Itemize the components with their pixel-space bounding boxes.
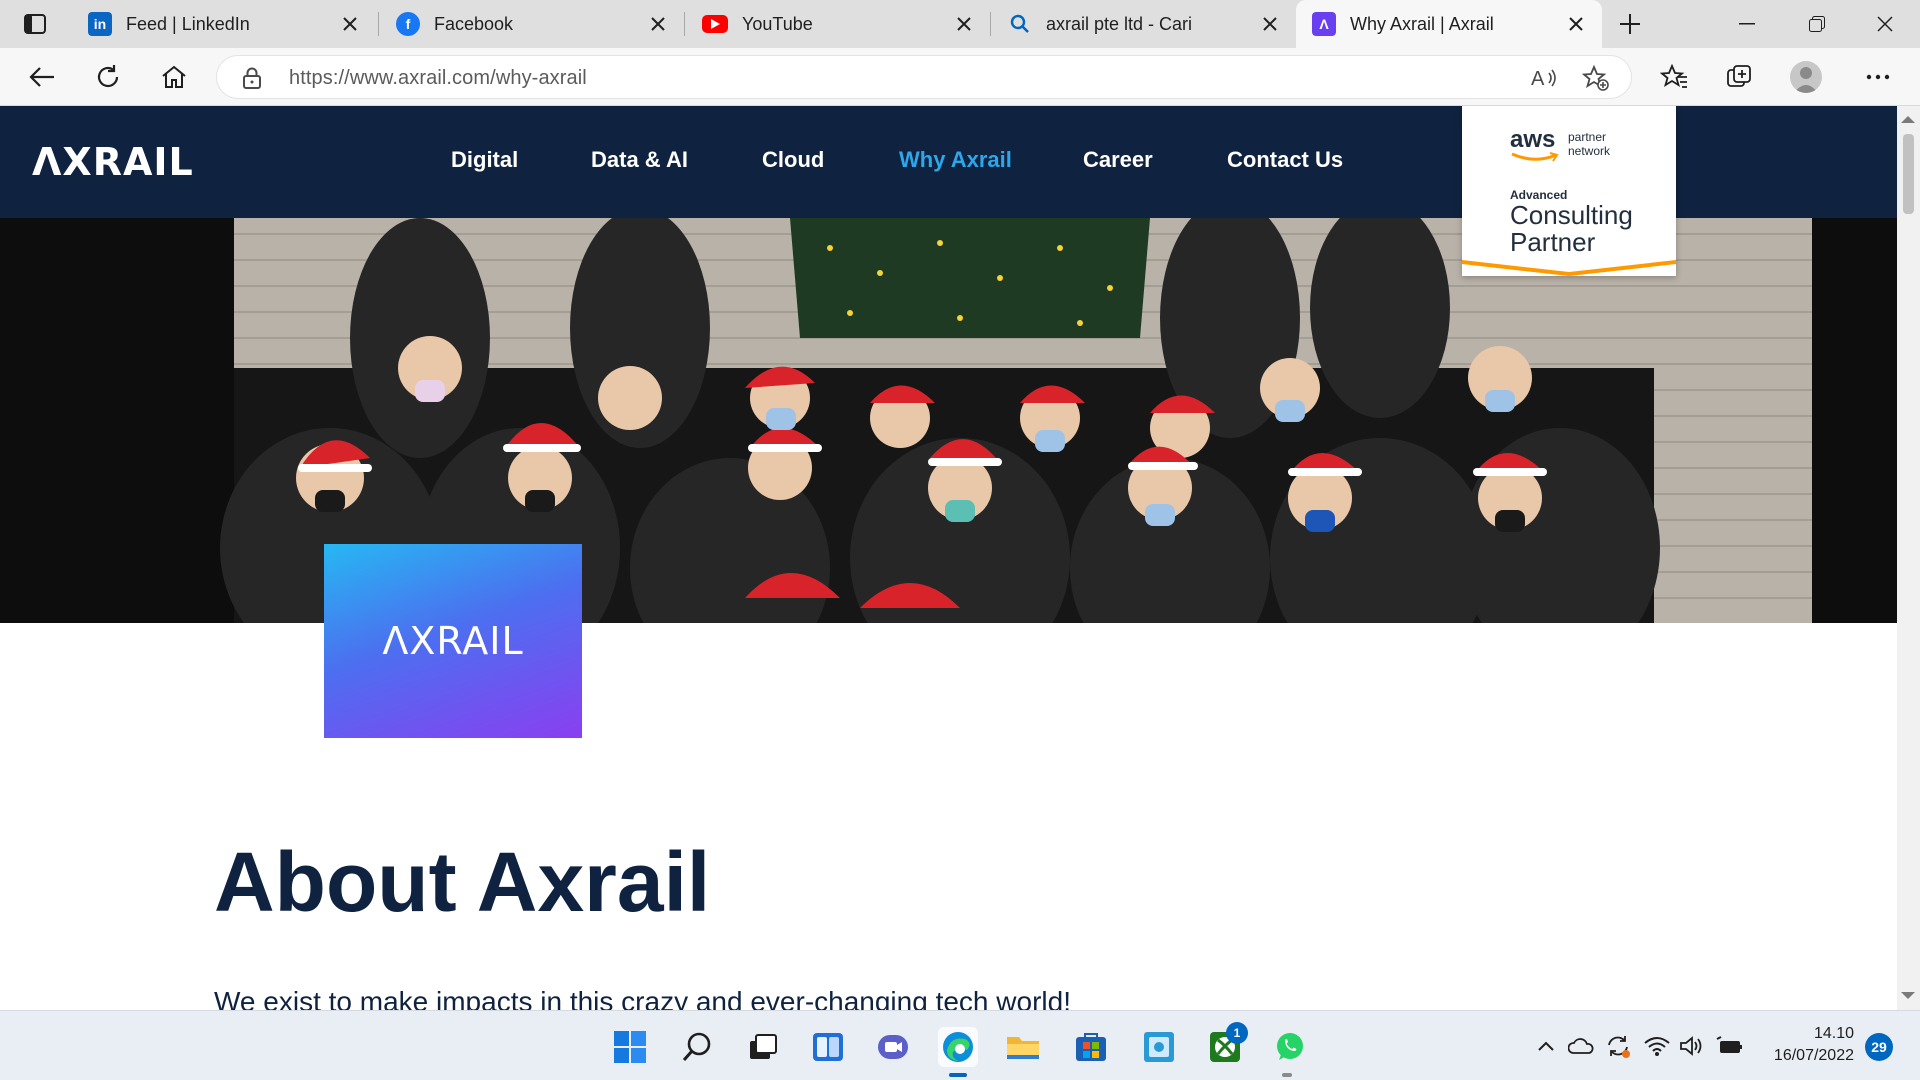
notification-count-badge[interactable]: 29 (1865, 1033, 1893, 1061)
battery-icon[interactable] (1716, 1033, 1742, 1059)
edge-icon[interactable] (938, 1027, 978, 1067)
page-title: About Axrail (214, 835, 711, 929)
system-clock[interactable]: 14.10 16/07/2022 (1758, 1023, 1854, 1067)
minimize-button[interactable] (1712, 0, 1782, 48)
site-logo[interactable]: ΛXRAIL (32, 140, 194, 184)
photo-icon[interactable] (1139, 1027, 1179, 1067)
tab-search[interactable]: axrail pte ltd - Cari (992, 0, 1296, 48)
web-page: ΛXRAIL Digital Data & AI Cloud Why Axrai… (0, 106, 1897, 1010)
axrail-icon: Λ (1312, 12, 1336, 36)
clock-time: 14.10 (1813, 1025, 1854, 1042)
restore-button[interactable] (1782, 0, 1852, 48)
team-photo-illustration (220, 218, 1660, 623)
whatsapp-icon[interactable] (1270, 1027, 1310, 1067)
tab-title: axrail pte ltd - Cari (1046, 13, 1193, 34)
file-explorer-icon[interactable] (1003, 1027, 1043, 1067)
nav-cloud[interactable]: Cloud (762, 147, 824, 173)
chat-icon[interactable] (873, 1027, 913, 1067)
aws-program-name: partner network (1568, 130, 1611, 158)
close-icon[interactable] (1258, 12, 1282, 36)
running-app-indicator (1282, 1073, 1292, 1077)
search-icon[interactable] (677, 1027, 717, 1067)
tab-facebook[interactable]: f Facebook (380, 0, 684, 48)
address-bar[interactable]: https://www.axrail.com/why-axrail A (216, 55, 1632, 99)
search-icon (1008, 12, 1032, 36)
url-host: https://www.axrail.com (289, 67, 491, 89)
nav-data-ai[interactable]: Data & AI (591, 147, 688, 173)
widgets-icon[interactable] (808, 1027, 848, 1067)
read-aloud-icon[interactable]: A (1527, 64, 1561, 92)
aws-partner-badge[interactable]: aws partner network Advanced Consulting … (1462, 106, 1676, 276)
scroll-down-icon[interactable] (1901, 992, 1915, 999)
nav-why-axrail[interactable]: Why Axrail (899, 147, 1012, 173)
wifi-icon[interactable] (1644, 1033, 1670, 1059)
close-icon[interactable] (338, 12, 362, 36)
profile-avatar[interactable] (1790, 61, 1822, 93)
start-icon[interactable] (610, 1027, 650, 1067)
youtube-icon (702, 15, 728, 33)
nav-digital[interactable]: Digital (451, 147, 518, 173)
scroll-up-icon[interactable] (1901, 116, 1915, 123)
browser-toolbar: https://www.axrail.com/why-axrail A (0, 48, 1920, 106)
onedrive-icon[interactable] (1568, 1033, 1594, 1059)
url-text[interactable]: https://www.axrail.com/why-axrail (289, 67, 587, 90)
page-scrollbar[interactable] (1897, 106, 1920, 1010)
close-window-button[interactable] (1850, 0, 1920, 48)
brand-card-logo: ΛXRAIL (382, 619, 524, 663)
nav-career[interactable]: Career (1083, 147, 1153, 173)
tab-title: Feed | LinkedIn (126, 13, 250, 34)
close-icon[interactable] (952, 12, 976, 36)
aws-logo: aws (1510, 126, 1556, 153)
aws-partner-type: Consulting Partner (1510, 200, 1633, 257)
refresh-button[interactable] (88, 58, 128, 96)
lock-icon[interactable] (243, 67, 261, 94)
axrail-brand-card: ΛXRAIL (324, 544, 582, 738)
windows-taskbar: 14.10 16/07/2022 29 (0, 1010, 1920, 1080)
close-icon[interactable] (646, 12, 670, 36)
nav-contact-us[interactable]: Contact Us (1227, 147, 1343, 173)
browser-tab-strip: in Feed | LinkedIn f Facebook YouTube ax… (0, 0, 1920, 48)
about-intro-text: We exist to make impacts in this crazy a… (214, 986, 1071, 1010)
aws-smile-icon (1511, 152, 1559, 162)
scrollbar-thumb[interactable] (1903, 134, 1914, 214)
facebook-icon: f (396, 12, 420, 36)
hero-team-photo (0, 218, 1897, 623)
tab-title: Why Axrail | Axrail (1350, 13, 1494, 34)
tab-youtube[interactable]: YouTube (686, 0, 990, 48)
xbox-badge: 1 (1226, 1022, 1248, 1044)
active-app-indicator (949, 1073, 967, 1077)
sync-icon[interactable] (1605, 1033, 1631, 1059)
clock-date: 16/07/2022 (1773, 1047, 1854, 1064)
tab-why-axrail[interactable]: Λ Why Axrail | Axrail (1296, 0, 1602, 48)
more-options-icon[interactable] (1858, 58, 1898, 96)
tab-separator (990, 12, 991, 36)
volume-icon[interactable] (1679, 1033, 1705, 1059)
tab-actions-icon[interactable] (14, 8, 56, 40)
collections-icon[interactable] (1720, 58, 1760, 96)
close-icon[interactable] (1564, 12, 1588, 36)
tab-separator (378, 12, 379, 36)
tab-linkedin[interactable]: in Feed | LinkedIn (72, 0, 376, 48)
new-tab-button[interactable] (1610, 8, 1650, 40)
linkedin-icon: in (88, 12, 112, 36)
tab-title: YouTube (742, 13, 813, 34)
back-button[interactable] (22, 58, 62, 96)
aws-badge-stripe (1462, 260, 1676, 276)
home-button[interactable] (154, 58, 194, 96)
tab-title: Facebook (434, 13, 514, 34)
task-view-icon[interactable] (743, 1027, 783, 1067)
url-path: /why-axrail (490, 67, 587, 89)
svg-text:A: A (1531, 68, 1545, 89)
favorites-icon[interactable] (1654, 58, 1694, 96)
tab-separator (684, 12, 685, 36)
chevron-up-icon[interactable] (1533, 1033, 1559, 1059)
store-icon[interactable] (1071, 1027, 1111, 1067)
add-favorite-icon[interactable] (1579, 64, 1613, 92)
